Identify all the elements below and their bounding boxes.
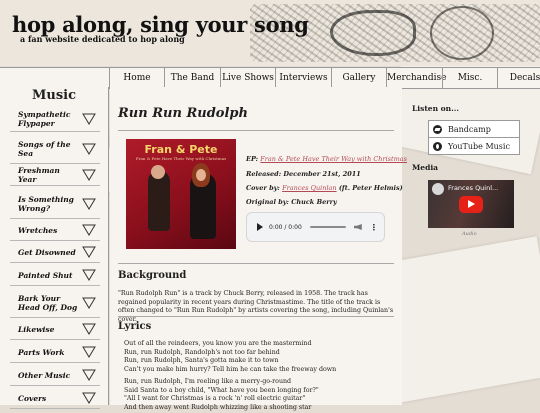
page-title: Run Run Rudolph: [118, 106, 248, 121]
background-heading: Background: [118, 270, 187, 281]
cover-art-title: Fran & Pete: [144, 143, 218, 156]
sidebar-item-label: Freshman Year: [18, 166, 60, 184]
expand-triangle-icon[interactable]: [78, 112, 100, 126]
nav-misc[interactable]: Misc.: [442, 68, 497, 88]
sidebar-item-sympathetic-flypaper[interactable]: Sympathetic Flypaper: [10, 107, 100, 132]
lyrics-stanza: Out of all the reindeers, you know you a…: [124, 340, 337, 374]
main-nav: Home The Band Live Shows Interviews Gall…: [0, 67, 540, 89]
cover-artist-link[interactable]: Frances Quinlan: [282, 184, 337, 192]
divider: [118, 263, 394, 264]
youtube-play-icon[interactable]: [459, 196, 483, 213]
sidebar-item-label: Sympathetic Flypaper: [18, 110, 71, 128]
nav-gallery[interactable]: Gallery: [331, 68, 386, 88]
sidebar-item-label: Songs of the Sea: [18, 140, 71, 158]
nav-the-band[interactable]: The Band: [164, 68, 220, 88]
expand-triangle-icon[interactable]: [78, 391, 100, 405]
sidebar-item-label: Covers: [18, 393, 47, 403]
sidebar-item-get-disowned[interactable]: Get Disowned: [10, 242, 100, 263]
original-by: Original by: Chuck Berry: [246, 198, 337, 206]
sidebar-item-painted-shut[interactable]: Painted Shut: [10, 265, 100, 286]
sidebar-item-is-something-wrong[interactable]: Is Something Wrong?: [10, 190, 100, 219]
sidebar-item-covers[interactable]: Covers: [10, 388, 100, 409]
expand-triangle-icon[interactable]: [78, 345, 100, 359]
video-caption: Audio: [462, 231, 477, 237]
nav-interviews[interactable]: Interviews: [275, 68, 331, 88]
cover-by-label: Cover by:: [246, 184, 283, 192]
sidebar-item-label: Wretches: [18, 225, 58, 235]
sidebar-item-likewise[interactable]: Likewise: [10, 319, 100, 340]
video-title: Frances Quinl...: [448, 184, 499, 192]
sidebar-item-label: Bark Your Head Off, Dog: [18, 294, 78, 312]
listen-heading: Listen on...: [412, 104, 459, 113]
sidebar-item-songs-of-the-sea[interactable]: Songs of the Sea: [10, 135, 100, 164]
lyrics-stanza: Run, run Rudolph, I'm reeling like a mer…: [124, 378, 319, 412]
sidebar-item-wretches[interactable]: Wretches: [10, 220, 100, 241]
ep-label: EP:: [246, 155, 261, 163]
media-heading: Media: [412, 163, 439, 172]
sidebar-item-parts-work[interactable]: Parts Work: [10, 342, 100, 363]
divider: [118, 130, 394, 131]
cover-figure: [196, 169, 206, 181]
bandcamp-icon: [433, 124, 442, 134]
site-header: hop along, sing your song a fan website …: [0, 0, 540, 66]
expand-triangle-icon[interactable]: [78, 223, 100, 237]
expand-triangle-icon[interactable]: [78, 168, 100, 182]
sidebar-item-label: Painted Shut: [18, 270, 73, 280]
ep-cover-art: Fran & Pete Fran & Pete Have Their Way w…: [126, 139, 236, 249]
listen-label: YouTube Music: [448, 141, 510, 151]
background-text: "Run Rudolph Run" is a track by Chuck Be…: [118, 290, 394, 323]
sidebar: Music Sympathetic Flypaper Songs of the …: [0, 87, 109, 409]
expand-triangle-icon[interactable]: [78, 322, 100, 336]
expand-triangle-icon[interactable]: [78, 268, 100, 282]
header-artwork-detail: [430, 6, 494, 60]
nav-decals[interactable]: Decals: [497, 68, 540, 88]
expand-triangle-icon[interactable]: [78, 368, 100, 382]
youtube-music-icon: [433, 141, 442, 151]
cover-art-subtitle: Fran & Pete Have Their Way with Christma…: [135, 156, 227, 161]
youtube-music-link[interactable]: YouTube Music: [428, 137, 520, 155]
bandcamp-link[interactable]: Bandcamp: [428, 120, 520, 138]
audio-time: 0:00 / 0:00: [269, 223, 302, 231]
header-artwork-detail: [330, 10, 416, 56]
nav-live-shows[interactable]: Live Shows: [220, 68, 275, 88]
audio-seek-bar[interactable]: [309, 226, 346, 228]
sidebar-item-label: Get Disowned: [18, 247, 76, 257]
nav-merchandise[interactable]: Merchandise: [386, 68, 446, 88]
sidebar-item-label: Is Something Wrong?: [18, 195, 74, 213]
expand-triangle-icon[interactable]: [78, 142, 100, 156]
main-content: Run Run Rudolph Fran & Pete Fran & Pete …: [110, 87, 407, 411]
sidebar-item-other-music[interactable]: Other Music: [10, 365, 100, 386]
cover-by-info: Cover by: Frances Quinlan (ft. Peter Hel…: [246, 184, 403, 192]
volume-icon[interactable]: [353, 224, 362, 230]
youtube-video-embed[interactable]: Frances Quinl...: [428, 180, 514, 228]
divider: [118, 316, 394, 317]
listen-label: Bandcamp: [448, 124, 491, 134]
site-tagline: a fan website dedicated to hop along: [20, 34, 185, 44]
cover-figure: [151, 165, 165, 179]
play-icon[interactable]: [257, 223, 263, 231]
expand-triangle-icon[interactable]: [78, 197, 100, 211]
nav-home[interactable]: Home: [109, 68, 164, 88]
ep-link[interactable]: Fran & Pete Have Their Way with Christma…: [260, 155, 407, 163]
sidebar-item-label: Other Music: [18, 370, 71, 380]
more-options-icon[interactable]: ⋮: [370, 223, 378, 232]
cover-figure: [148, 171, 170, 231]
cover-by-extra: (ft. Peter Helmis): [336, 184, 403, 192]
lyrics-heading: Lyrics: [118, 321, 152, 332]
right-sidebar: Listen on... Bandcamp YouTube Music Medi…: [404, 87, 540, 405]
sidebar-heading: Music: [31, 88, 76, 103]
release-date: Released: December 21st, 2011: [246, 170, 361, 178]
ep-info: EP: Fran & Pete Have Their Way with Chri…: [246, 155, 407, 163]
sidebar-item-bark-your-head-off-dog[interactable]: Bark Your Head Off, Dog: [10, 289, 100, 318]
sidebar-item-label: Parts Work: [18, 347, 65, 357]
expand-triangle-icon[interactable]: [78, 296, 100, 310]
sidebar-item-freshman-year[interactable]: Freshman Year: [10, 165, 100, 186]
expand-triangle-icon[interactable]: [78, 245, 100, 259]
channel-avatar: [432, 183, 444, 195]
audio-player: 0:00 / 0:00 ⋮: [246, 212, 385, 242]
sidebar-item-label: Likewise: [18, 324, 55, 334]
